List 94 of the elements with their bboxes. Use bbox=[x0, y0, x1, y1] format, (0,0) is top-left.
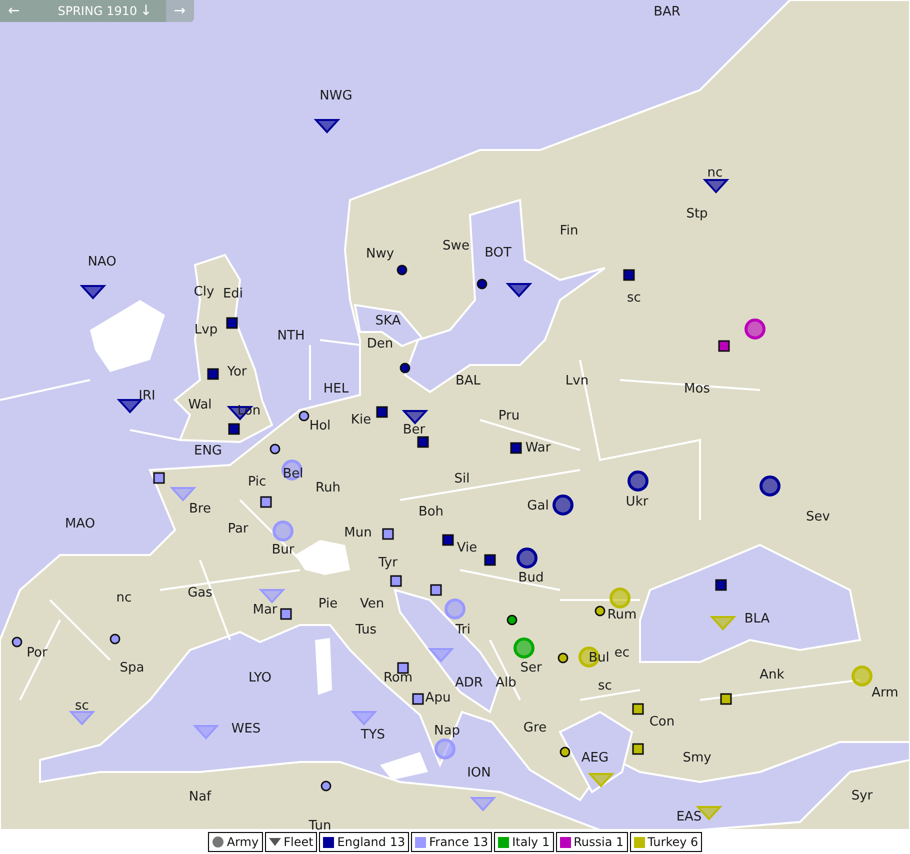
territory-label: Tus bbox=[356, 624, 376, 636]
territory-label: Boh bbox=[418, 506, 444, 518]
neutral-land-shape bbox=[295, 540, 350, 575]
territory-label: IRI bbox=[138, 390, 156, 402]
army-icon bbox=[212, 836, 224, 848]
territory-label: EAS bbox=[676, 810, 702, 824]
territory-label: Spa bbox=[120, 662, 144, 674]
territory-label: Lvn bbox=[565, 374, 589, 388]
territory-label: Syr bbox=[851, 790, 873, 802]
territory-label: Con bbox=[649, 716, 675, 728]
territory-label: BLA bbox=[744, 612, 770, 626]
territory-label: BOT bbox=[484, 246, 512, 260]
territory-label: Bur bbox=[272, 544, 294, 556]
territory-label: ION bbox=[467, 766, 491, 780]
territory-label: Lvp bbox=[194, 324, 218, 336]
legend-label: Fleet bbox=[284, 835, 314, 849]
territory-label: NAO bbox=[88, 256, 116, 268]
territory-label: Fin bbox=[560, 224, 578, 238]
legend-label: Italy 1 bbox=[512, 835, 550, 849]
territory-label: Ank bbox=[760, 668, 784, 682]
legend-label: England 13 bbox=[337, 835, 406, 849]
territory-label: Ven bbox=[360, 598, 384, 610]
territory-label: War bbox=[525, 442, 551, 454]
territory-label: Mos bbox=[684, 382, 710, 396]
territory-label: Ser bbox=[520, 662, 542, 674]
territory-label: Bre bbox=[189, 502, 211, 516]
territory-label: Kie bbox=[350, 414, 372, 426]
territory-label: Gas bbox=[188, 586, 212, 600]
next-phase-button[interactable]: → bbox=[166, 0, 194, 22]
territory-label: Smy bbox=[682, 752, 712, 764]
territory-label: Cly bbox=[194, 286, 214, 298]
phase-selector-button[interactable]: SPRING 1910 ↓ bbox=[28, 0, 166, 22]
legend-label: Army bbox=[226, 835, 259, 849]
territory-label: BAR bbox=[654, 6, 680, 18]
territory-label: Nap bbox=[434, 724, 460, 738]
territory-label: Arm bbox=[872, 686, 898, 700]
territory-label: Yor bbox=[227, 366, 247, 378]
territory-label: Bel bbox=[282, 468, 304, 480]
territory-label: Pru bbox=[498, 410, 520, 422]
territory-label: Nwy bbox=[366, 248, 394, 260]
territory-label: nc bbox=[707, 166, 723, 180]
territory-label: Rum bbox=[607, 608, 637, 622]
territory-label: Mar bbox=[252, 604, 278, 616]
territory-label: Ukr bbox=[626, 496, 648, 508]
territory-label: ec bbox=[614, 646, 630, 660]
territory-label: Alb bbox=[496, 676, 516, 690]
territory-label: Tun bbox=[308, 820, 332, 830]
territory-label: BAL bbox=[455, 374, 481, 388]
territory-label: NTH bbox=[277, 330, 305, 342]
territory-label: Ber bbox=[402, 424, 426, 436]
territory-label: Swe bbox=[442, 240, 470, 252]
territory-label: Gal bbox=[527, 500, 549, 512]
territory-label: Mun bbox=[344, 526, 372, 540]
territory-label: Apu bbox=[425, 692, 451, 704]
territory-label: Bud bbox=[518, 572, 544, 584]
territory-label: Wal bbox=[188, 398, 212, 412]
neutral-land-shape bbox=[380, 752, 428, 780]
legend-label: Turkey 6 bbox=[648, 835, 698, 849]
territory-label: Gre bbox=[523, 722, 547, 734]
territory-label: SKA bbox=[375, 314, 401, 328]
neutral-land-shape bbox=[315, 638, 332, 695]
territory-label: ENG bbox=[194, 444, 222, 458]
territory-label: TYS bbox=[360, 728, 386, 742]
territory-label: WES bbox=[231, 722, 261, 736]
legend-label: France 13 bbox=[429, 835, 488, 849]
territory-label: Ruh bbox=[316, 482, 340, 494]
territory-label: Naf bbox=[188, 790, 212, 804]
territory-label: Por bbox=[26, 646, 48, 660]
territory-label: Edi bbox=[222, 288, 244, 300]
territory-label: nc bbox=[116, 592, 132, 604]
territory-label: Sev bbox=[806, 510, 830, 524]
territory-label: sc bbox=[75, 700, 89, 712]
previous-phase-button[interactable]: ← bbox=[0, 0, 28, 22]
territory-label: NWG bbox=[320, 90, 352, 102]
territory-label: Stp bbox=[686, 208, 708, 220]
territory-label: LYO bbox=[248, 672, 272, 684]
fleet-icon bbox=[268, 838, 281, 846]
territory-label: AEG bbox=[581, 752, 609, 764]
territory-label: Sil bbox=[454, 472, 470, 486]
territory-label: Tyr bbox=[378, 556, 398, 570]
territory-label: sc bbox=[627, 292, 641, 304]
territory-label: Vie bbox=[456, 542, 478, 554]
territory-label: Tri bbox=[456, 624, 470, 636]
territory-label: Hol bbox=[309, 420, 331, 432]
territory-label: Pic bbox=[248, 476, 266, 488]
territory-label: Pie bbox=[318, 598, 338, 610]
territory-label: Par bbox=[228, 522, 248, 536]
territory-label: Rom bbox=[383, 672, 413, 684]
legend-label: Russia 1 bbox=[574, 835, 624, 849]
territory-label: sc bbox=[598, 680, 612, 692]
territory-label: HEL bbox=[323, 382, 349, 396]
territory-label: Den bbox=[366, 338, 394, 350]
territory-label: ADR bbox=[455, 676, 483, 690]
territory-label: MAO bbox=[64, 518, 96, 530]
